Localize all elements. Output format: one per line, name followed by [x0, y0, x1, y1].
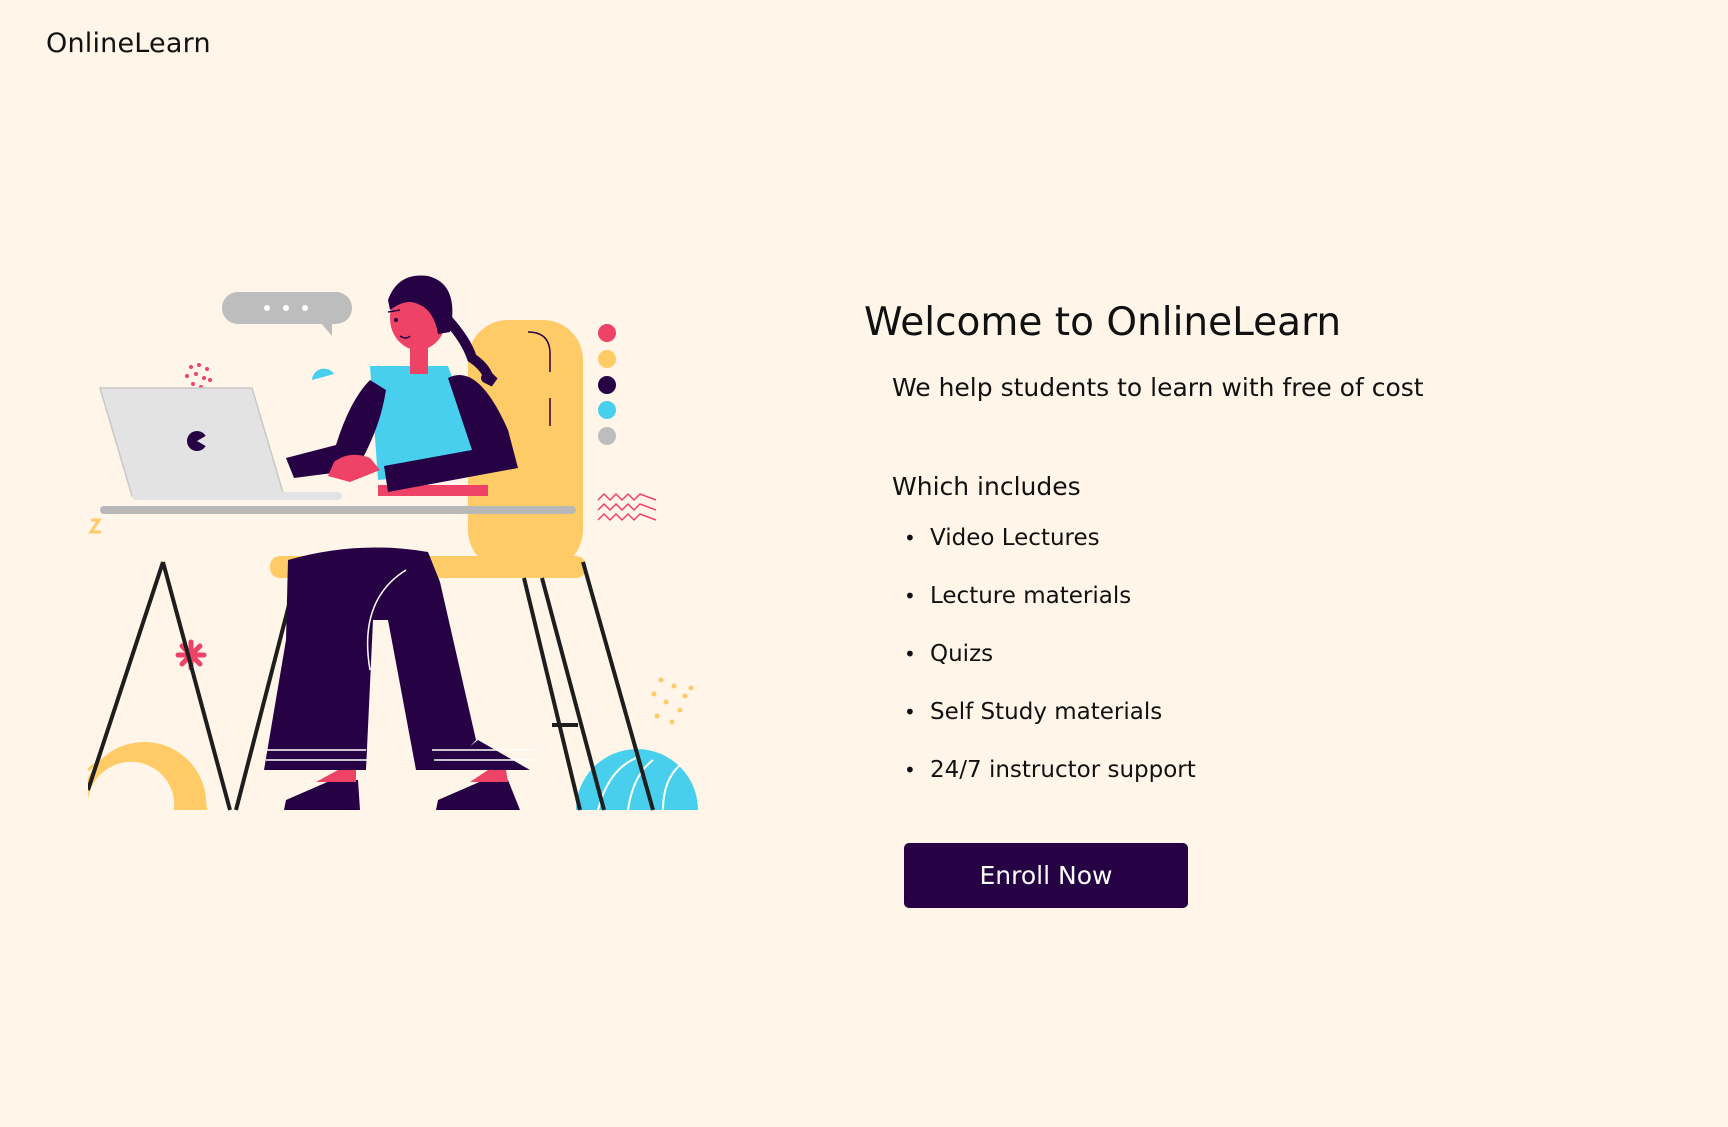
laptop [98, 387, 342, 500]
feature-label: 24/7 instructor support [930, 757, 1196, 783]
feature-list: • Video Lectures • Lecture materials • Quiz… [904, 517, 1564, 807]
person-legs [264, 547, 538, 810]
includes-heading: Which includes [892, 472, 1081, 501]
desk-top [100, 506, 576, 514]
list-item: • Video Lectures [904, 517, 1564, 575]
list-item: • Self Study materials [904, 691, 1564, 749]
feature-label: Quizs [930, 641, 994, 667]
page-title: Welcome to OnlineLearn [864, 300, 1342, 345]
feature-label: Lecture materials [930, 583, 1132, 609]
hero-content: Welcome to OnlineLearn We help students … [864, 300, 1564, 807]
student-at-laptop-illustration [88, 275, 698, 811]
list-item: • Lecture materials [904, 575, 1564, 633]
feature-label: Video Lectures [930, 525, 1100, 551]
list-item: • Quizs [904, 633, 1564, 691]
bullet-icon: • [904, 642, 916, 666]
tagline: We help students to learn with free of c… [892, 373, 1424, 402]
enroll-now-button[interactable]: Enroll Now [904, 843, 1188, 908]
feature-label: Self Study materials [930, 699, 1163, 725]
bullet-icon: • [904, 526, 916, 550]
list-item: • 24/7 instructor support [904, 749, 1564, 807]
bullet-icon: • [904, 584, 916, 608]
bullet-icon: • [904, 700, 916, 724]
bullet-icon: • [904, 758, 916, 782]
brand-logo[interactable]: OnlineLearn [46, 28, 211, 59]
